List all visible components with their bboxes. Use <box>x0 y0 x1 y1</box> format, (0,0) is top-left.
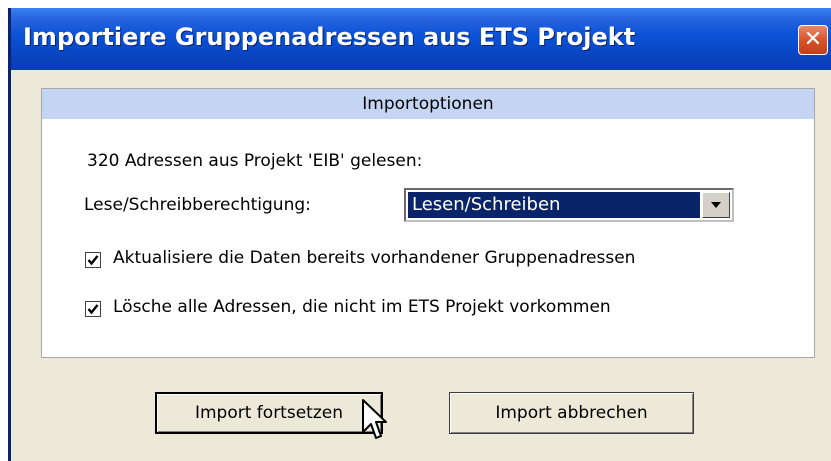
window-title: Importiere Gruppenadressen aus ETS Proje… <box>23 23 636 51</box>
checkmark-icon <box>87 304 99 315</box>
panel-header-label: Importoptionen <box>362 94 494 114</box>
mouse-pointer-icon <box>362 399 387 439</box>
import-options-panel: Importoptionen 320 Adressen aus Projekt … <box>41 88 815 358</box>
checkmark-icon <box>87 255 99 266</box>
permission-select[interactable]: Lesen/Schreiben <box>404 188 734 222</box>
update-existing-checkbox[interactable] <box>85 252 101 268</box>
title-bar[interactable]: Importiere Gruppenadressen aus ETS Proje… <box>11 8 831 70</box>
delete-missing-checkbox[interactable] <box>85 301 101 317</box>
panel-header: Importoptionen <box>42 89 814 119</box>
permission-label: Lese/Schreibberechtigung: <box>84 195 311 215</box>
dropdown-button[interactable] <box>702 192 730 218</box>
update-existing-label[interactable]: Aktualisiere die Daten bereits vorhanden… <box>113 248 635 268</box>
cancel-import-button[interactable]: Import abbrechen <box>449 392 694 434</box>
permission-select-value: Lesen/Schreiben <box>408 192 700 218</box>
continue-import-button[interactable]: Import fortsetzen <box>155 392 383 434</box>
delete-missing-label[interactable]: Lösche alle Adressen, die nicht im ETS P… <box>113 297 611 317</box>
addresses-read-text: 320 Adressen aus Projekt 'EIB' gelesen: <box>87 151 423 171</box>
import-dialog: Importiere Gruppenadressen aus ETS Proje… <box>8 8 831 461</box>
close-button[interactable]: ✕ <box>798 25 828 55</box>
chevron-down-icon <box>711 202 721 208</box>
close-icon: ✕ <box>803 27 823 52</box>
